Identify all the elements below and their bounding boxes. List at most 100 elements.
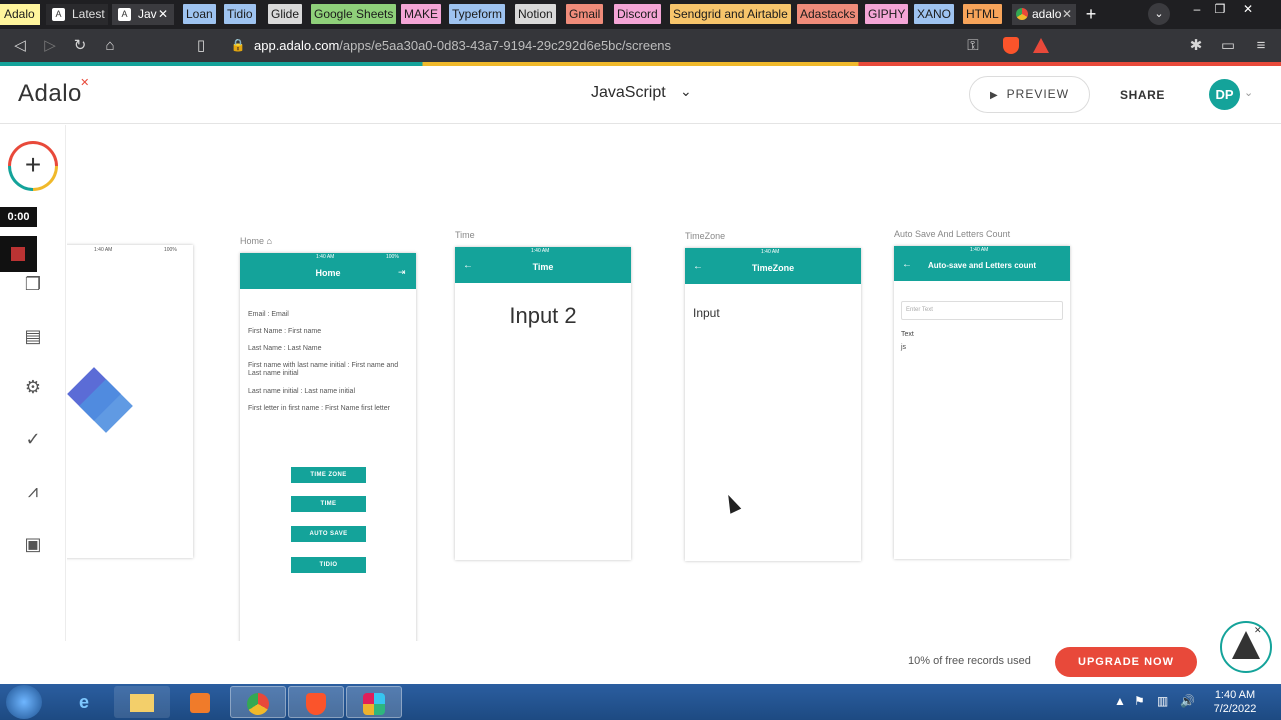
tab-label: Latest [72,7,105,21]
tab-search-icon[interactable]: ⌄ [1148,3,1170,25]
taskbar-clock[interactable]: 1:40 AM 7/2/2022 [1205,688,1265,716]
input-placeholder: Enter Text [906,307,933,313]
back-icon[interactable]: ◁ [9,29,31,62]
analytics-icon[interactable]: ⩘ [20,478,46,504]
bookmark-chip[interactable]: Typeform [449,4,506,24]
nav-button[interactable]: TIME [291,496,366,512]
nav-button[interactable]: AUTO SAVE [291,526,366,542]
screen-partial[interactable]: 1:40 AM 100% [67,245,193,558]
tab-adalo-active[interactable]: adalo ✕ [1012,4,1076,25]
publish-check-icon[interactable]: ✓ [20,426,46,452]
tray-expand-icon[interactable]: ▲ [1114,694,1126,708]
network-icon[interactable]: ▥ [1157,694,1168,708]
brave-shape [306,693,326,716]
home-icon: ⌂ [266,236,272,246]
share-button[interactable]: SHARE [1120,88,1165,102]
screen-timezone[interactable]: 1:40 AM ← TimeZone Input [685,248,861,561]
avatar[interactable]: DP [1209,79,1240,110]
forward-icon[interactable]: ▷ [39,29,61,62]
top-bar: 1:40 AM ← TimeZone [685,248,861,284]
adalo-logo[interactable]: Adalo ✕ [18,77,89,108]
bookmark-chip[interactable]: HTML [963,4,1002,24]
browser-tab-strip: Adalo A Latest A Jav ✕ Loan Tidio Glide Google S… [0,0,1281,29]
address-bar[interactable]: app.adalo.com/apps/e5aa30a0-0d83-43a7-91… [254,29,671,62]
top-bar: 1:40 AM 100% Home ⇥ [240,253,416,289]
clock-date: 7/2/2022 [1213,703,1257,715]
bookmark-chip[interactable]: Glide [268,4,303,24]
menu-icon[interactable]: ≡ [1250,29,1272,62]
preview-button[interactable]: ▶ PREVIEW [969,76,1090,113]
tab-close-icon[interactable]: ✕ [1062,4,1072,25]
app-name[interactable]: JavaScript [591,84,666,102]
bookmark-chip[interactable]: Sendgrid and Airtable [670,4,791,24]
bottom-bar: 10% of free records used UPGRADE NOW ✕ [0,621,1281,684]
chevron-down-icon[interactable]: ⌄ [680,83,692,100]
action-center-icon[interactable]: ⚑ [1134,694,1145,708]
bookmark-chip[interactable]: XANO [914,4,955,24]
nav-button[interactable]: TIDIO [291,557,366,573]
marketplace-icon[interactable]: ▣ [20,531,46,557]
file-explorer-icon[interactable] [114,686,170,718]
wallet-icon[interactable]: ▭ [1217,29,1239,62]
chrome-shape [247,693,269,716]
chevron-down-icon[interactable]: ⌄ [1244,86,1253,99]
media-player-icon[interactable] [172,686,228,718]
gear-icon[interactable]: ⚙ [20,374,46,400]
screen-time[interactable]: 1:40 AM ← Time Input 2 [455,247,631,560]
tab-label: adalo [1032,7,1062,21]
start-button[interactable] [6,685,42,719]
brave-shield-icon[interactable] [1003,37,1019,54]
tab-close-icon[interactable]: ✕ [158,4,168,25]
browser-tab[interactable]: A Jav ✕ [112,4,174,25]
close-window-icon[interactable]: ✕ [1234,0,1262,18]
bookmark-chip[interactable]: Notion [515,4,556,24]
chrome-taskbar-icon[interactable] [230,686,286,718]
bookmark-chip[interactable]: Google Sheets [311,4,397,24]
home-icon[interactable]: ⌂ [99,29,121,62]
plus-icon: + [11,144,55,188]
layers-icon[interactable]: ❐ [20,271,46,297]
recording-stop-button[interactable] [0,236,37,272]
close-icon[interactable]: ✕ [1254,625,1262,636]
screens-canvas[interactable]: 1:40 AM 100% Home ⌂ 1:40 AM 100% Home ⇥ … [67,125,1281,641]
bookmark-chip[interactable]: Loan [183,4,216,24]
ie-icon[interactable]: e [56,686,112,718]
reload-icon[interactable]: ↻ [69,29,91,62]
key-icon[interactable]: ⚿ [962,29,984,62]
records-usage: 10% of free records used [908,655,1031,667]
volume-icon[interactable]: 🔊 [1180,694,1195,708]
brave-taskbar-icon[interactable] [288,686,344,718]
bookmark-chip[interactable]: Tidio [224,4,256,24]
brave-rewards-icon[interactable] [1033,38,1049,53]
bookmark-chip[interactable]: Gmail [566,4,604,24]
clock-time: 1:40 AM [1214,689,1256,701]
text-label: Text [901,331,914,338]
bookmark-icon[interactable]: ▯ [190,29,212,62]
letters-count: js [901,344,907,351]
browser-tab[interactable]: A Latest [46,4,108,25]
screen-home[interactable]: 1:40 AM 100% Home ⇥ Email : Email First N… [240,253,416,641]
extensions-icon[interactable]: ✱ [1185,29,1207,62]
text-input[interactable]: Enter Text [901,301,1063,320]
bookmark-chip[interactable]: MAKE [401,4,442,24]
bookmark-chip[interactable]: GIPHY [865,4,909,24]
upgrade-button[interactable]: UPGRADE NOW [1055,647,1197,677]
help-button[interactable]: ✕ [1220,621,1272,673]
logo-sparkle-icon: ✕ [80,77,90,89]
new-tab-icon[interactable]: + [1081,4,1101,24]
slack-taskbar-icon[interactable] [346,686,402,718]
database-icon[interactable]: ▤ [20,323,46,349]
label-text: Home [240,236,265,246]
logout-icon[interactable]: ⇥ [398,267,406,278]
home-text-line: Last Name : Last Name [248,345,322,352]
browser-tab[interactable]: Adalo [0,4,40,25]
url-host: app.adalo.com [254,38,340,53]
restore-icon[interactable]: ❐ [1206,0,1234,18]
screen-autosave[interactable]: 1:40 AM ← Auto-save and Letters count En… [894,246,1070,559]
nav-button[interactable]: TIME ZONE [291,467,366,483]
home-text-line: Last name initial : Last name initial [248,388,355,395]
bookmark-chip[interactable]: Discord [614,4,661,24]
add-component-button[interactable]: + [8,141,58,191]
tab-label: Jav [138,7,157,21]
bookmark-chip[interactable]: Adastacks [797,4,859,24]
